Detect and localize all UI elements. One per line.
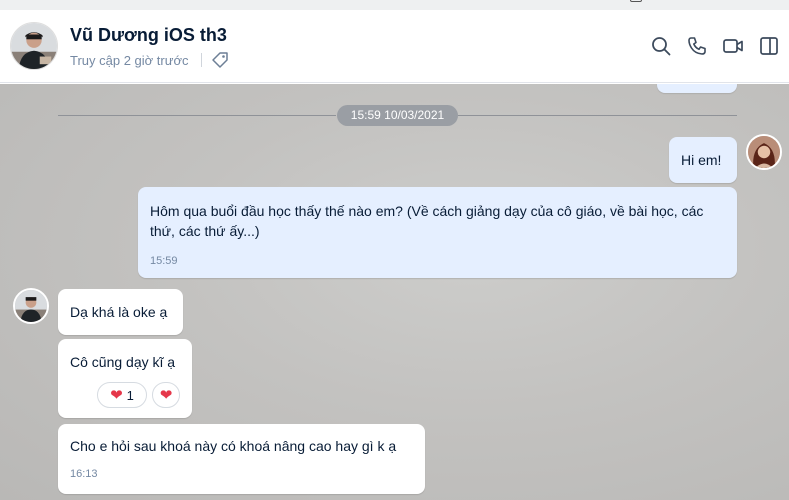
contact-avatar[interactable] — [10, 22, 58, 70]
message-bubble[interactable]: Cho e hỏi sau khoá này có khoá nâng cao … — [58, 424, 425, 494]
window-control-icon[interactable] — [630, 0, 642, 2]
contact-name[interactable]: Vũ Dương iOS th3 — [70, 25, 227, 46]
add-reaction-button[interactable]: ❤ — [152, 382, 180, 408]
header-separator — [201, 53, 202, 67]
chat-header: Vũ Dương iOS th3 Truy cập 2 giờ trước — [0, 10, 789, 83]
message-text: Cho e hỏi sau khoá này có khoá nâng cao … — [70, 438, 397, 454]
message-timestamp: 16:13 — [70, 468, 98, 480]
last-seen-status: Truy cập 2 giờ trước — [70, 53, 189, 68]
search-icon[interactable] — [650, 35, 672, 57]
reaction-count: 1 — [126, 387, 134, 403]
message-text: Cô cũng dạy kĩ ạ — [70, 354, 176, 370]
date-divider: 15:59 10/03/2021 — [337, 105, 458, 126]
my-avatar[interactable] — [746, 134, 782, 170]
video-call-icon[interactable] — [722, 35, 744, 57]
message-bubble[interactable]: Dạ khá là oke ạ — [58, 289, 183, 335]
contact-message-avatar[interactable] — [13, 288, 49, 324]
message-text: Hi em! — [681, 152, 722, 168]
message-bubble[interactable]: Hi em! — [669, 137, 737, 183]
message-bubble[interactable]: Hôm qua buổi đầu học thấy thế nào em? (V… — [138, 187, 737, 278]
heart-icon: ❤ — [159, 386, 173, 404]
reaction-count-chip[interactable]: ❤ 1 — [97, 382, 147, 408]
phone-icon[interactable] — [686, 35, 708, 57]
message-text: Dạ khá là oke ạ — [70, 304, 168, 320]
date-divider-line — [58, 115, 336, 116]
tag-icon[interactable] — [210, 50, 230, 70]
date-divider-line — [458, 115, 737, 116]
chat-area[interactable]: 15:59 10/03/2021 Hi em! Hôm qua buổi đầu… — [0, 84, 789, 500]
message-timestamp: 15:59 — [150, 255, 178, 267]
window-top-strip — [0, 0, 789, 10]
message-text: Hôm qua buổi đầu học thấy thế nào em? (V… — [150, 203, 704, 239]
sidebar-toggle-icon[interactable] — [758, 35, 780, 57]
heart-icon: ❤ — [110, 386, 123, 404]
previous-message-bubble[interactable] — [657, 84, 737, 93]
